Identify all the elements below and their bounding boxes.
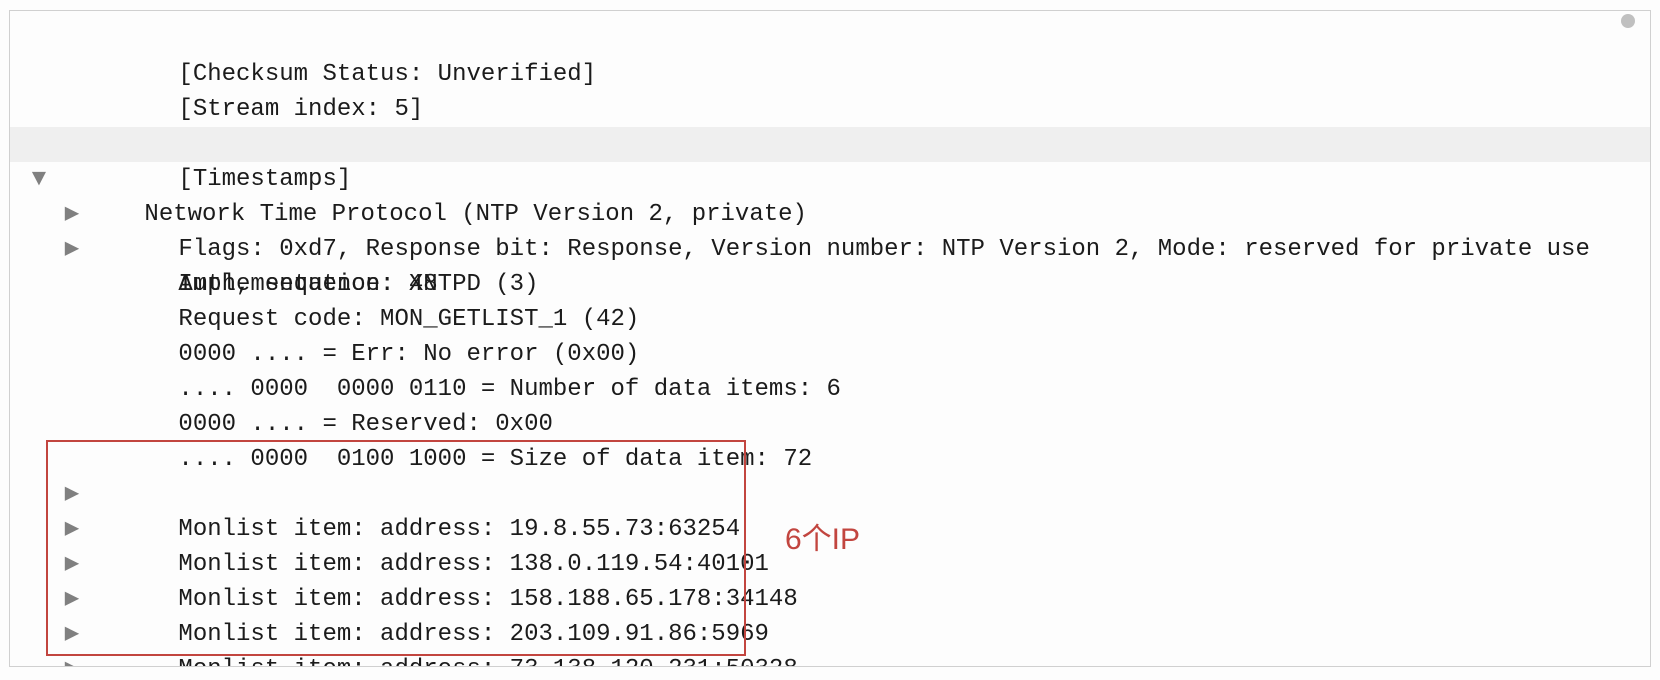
protocol-ntp-header[interactable]: ▼ Network Time Protocol (NTP Version 2, … — [10, 127, 1650, 162]
annotation-label: 6个IP — [785, 522, 860, 557]
pane-bottom-border — [9, 666, 1651, 667]
field-flags[interactable]: ▶ Flags: 0xd7, Response bit: Response, V… — [10, 162, 1650, 197]
field-reserved[interactable]: 0000 .... = Reserved: 0x00 — [10, 372, 1650, 407]
field-timestamps[interactable]: ▶ [Timestamps] — [10, 92, 1650, 127]
field-request-code[interactable]: Request code: MON_GETLIST_1 (42) — [10, 267, 1650, 302]
pane-right-border — [1650, 10, 1651, 667]
field-err[interactable]: 0000 .... = Err: No error (0x00) — [10, 302, 1650, 337]
tree-content: [Checksum Status: Unverified] [Stream in… — [10, 22, 1650, 666]
field-checksum-status[interactable]: [Checksum Status: Unverified] — [10, 22, 1650, 57]
highlight-box — [46, 440, 746, 656]
field-implementation[interactable]: Implementation: XNTPD (3) — [10, 232, 1650, 267]
field-num-data-items[interactable]: .... 0000 0000 0110 = Number of data ite… — [10, 337, 1650, 372]
pane-top-border — [10, 0, 1650, 11]
field-size-data-item[interactable]: .... 0000 0100 1000 = Size of data item:… — [10, 407, 1650, 442]
field-auth-sequence[interactable]: ▶ Auth, sequence: 48 — [10, 197, 1650, 232]
packet-details-pane: [Checksum Status: Unverified] [Stream in… — [0, 0, 1660, 680]
field-stream-index[interactable]: [Stream index: 5] — [10, 57, 1650, 92]
